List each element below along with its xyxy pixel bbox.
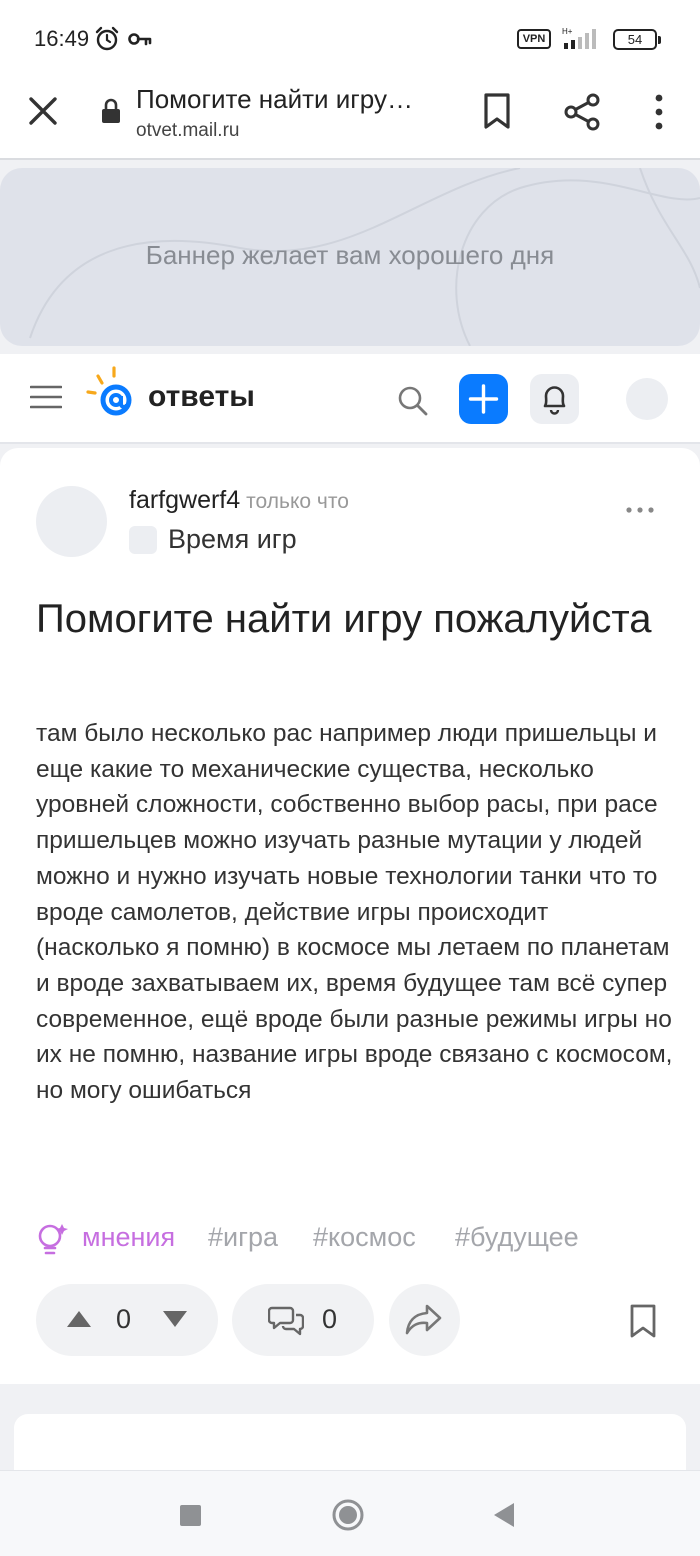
upvote-icon[interactable] bbox=[66, 1310, 92, 1328]
lightbulb-icon bbox=[38, 1224, 68, 1255]
author-avatar[interactable] bbox=[36, 486, 107, 557]
back-icon[interactable] bbox=[492, 1502, 516, 1528]
browser-toolbar: Помогите найти игру… otvet.mail.ru bbox=[0, 78, 700, 160]
bookmark-icon[interactable] bbox=[480, 92, 514, 130]
logo-icon[interactable] bbox=[84, 366, 140, 422]
notifications-button[interactable] bbox=[530, 374, 579, 424]
share-button[interactable] bbox=[389, 1284, 460, 1356]
battery-icon: 54 bbox=[613, 29, 661, 50]
author-name[interactable]: farfgwerf4 bbox=[129, 486, 240, 514]
key-icon bbox=[128, 33, 152, 46]
page-url[interactable]: otvet.mail.ru bbox=[136, 120, 239, 142]
vpn-badge: VPN bbox=[517, 29, 551, 49]
comment-icon bbox=[268, 1306, 304, 1336]
network-type: H+ bbox=[562, 27, 573, 36]
question-title: Помогите найти игру пожалуйста bbox=[36, 597, 652, 641]
category-icon bbox=[129, 526, 157, 554]
question-card: farfgwerf4 только что Время игр Помогите … bbox=[0, 448, 700, 1384]
vote-count: 0 bbox=[116, 1304, 132, 1334]
post-time: только что bbox=[246, 490, 349, 513]
tag-opinions[interactable]: мнения bbox=[82, 1222, 175, 1253]
save-bookmark-icon[interactable] bbox=[628, 1303, 658, 1339]
recent-apps-icon[interactable] bbox=[180, 1505, 201, 1526]
status-bar: 16:49 VPN H+ 54 bbox=[0, 0, 700, 78]
menu-icon[interactable] bbox=[30, 384, 62, 410]
category-link[interactable]: Время игр bbox=[168, 524, 297, 555]
comment-count: 0 bbox=[322, 1304, 338, 1334]
site-header: ответы bbox=[0, 354, 700, 444]
vote-control: 0 bbox=[36, 1284, 218, 1356]
ad-banner[interactable]: Баннер желает вам хорошего дня bbox=[0, 168, 700, 346]
system-nav-bar bbox=[0, 1470, 700, 1556]
share-icon[interactable] bbox=[562, 92, 602, 132]
author-line: farfgwerf4 только что bbox=[129, 486, 349, 515]
question-body: там было несколько рас например люди при… bbox=[36, 720, 673, 1105]
alarm-icon bbox=[95, 26, 119, 51]
more-horiz-icon[interactable] bbox=[624, 504, 656, 516]
tag-future[interactable]: #будущее bbox=[455, 1222, 579, 1253]
plus-icon bbox=[468, 384, 499, 414]
more-vert-icon[interactable] bbox=[646, 92, 672, 132]
user-avatar[interactable] bbox=[626, 378, 668, 420]
banner-text: Баннер желает вам хорошего дня bbox=[145, 240, 555, 270]
downvote-icon[interactable] bbox=[162, 1310, 188, 1328]
status-time: 16:49 bbox=[34, 26, 90, 51]
lock-icon bbox=[102, 98, 120, 123]
add-question-button[interactable] bbox=[459, 374, 508, 424]
comments-button[interactable]: 0 bbox=[232, 1284, 374, 1356]
page-title[interactable]: Помогите найти игру… bbox=[136, 84, 436, 115]
logo-text[interactable]: ответы bbox=[148, 380, 255, 414]
tag-space[interactable]: #космос bbox=[313, 1222, 416, 1253]
signal-icon: H+ bbox=[562, 27, 596, 49]
share-arrow-icon bbox=[405, 1304, 442, 1335]
tag-game[interactable]: #игра bbox=[208, 1222, 278, 1253]
home-icon[interactable] bbox=[331, 1498, 365, 1532]
close-icon[interactable] bbox=[26, 94, 60, 128]
search-icon[interactable] bbox=[398, 386, 428, 416]
bell-icon bbox=[543, 386, 566, 415]
